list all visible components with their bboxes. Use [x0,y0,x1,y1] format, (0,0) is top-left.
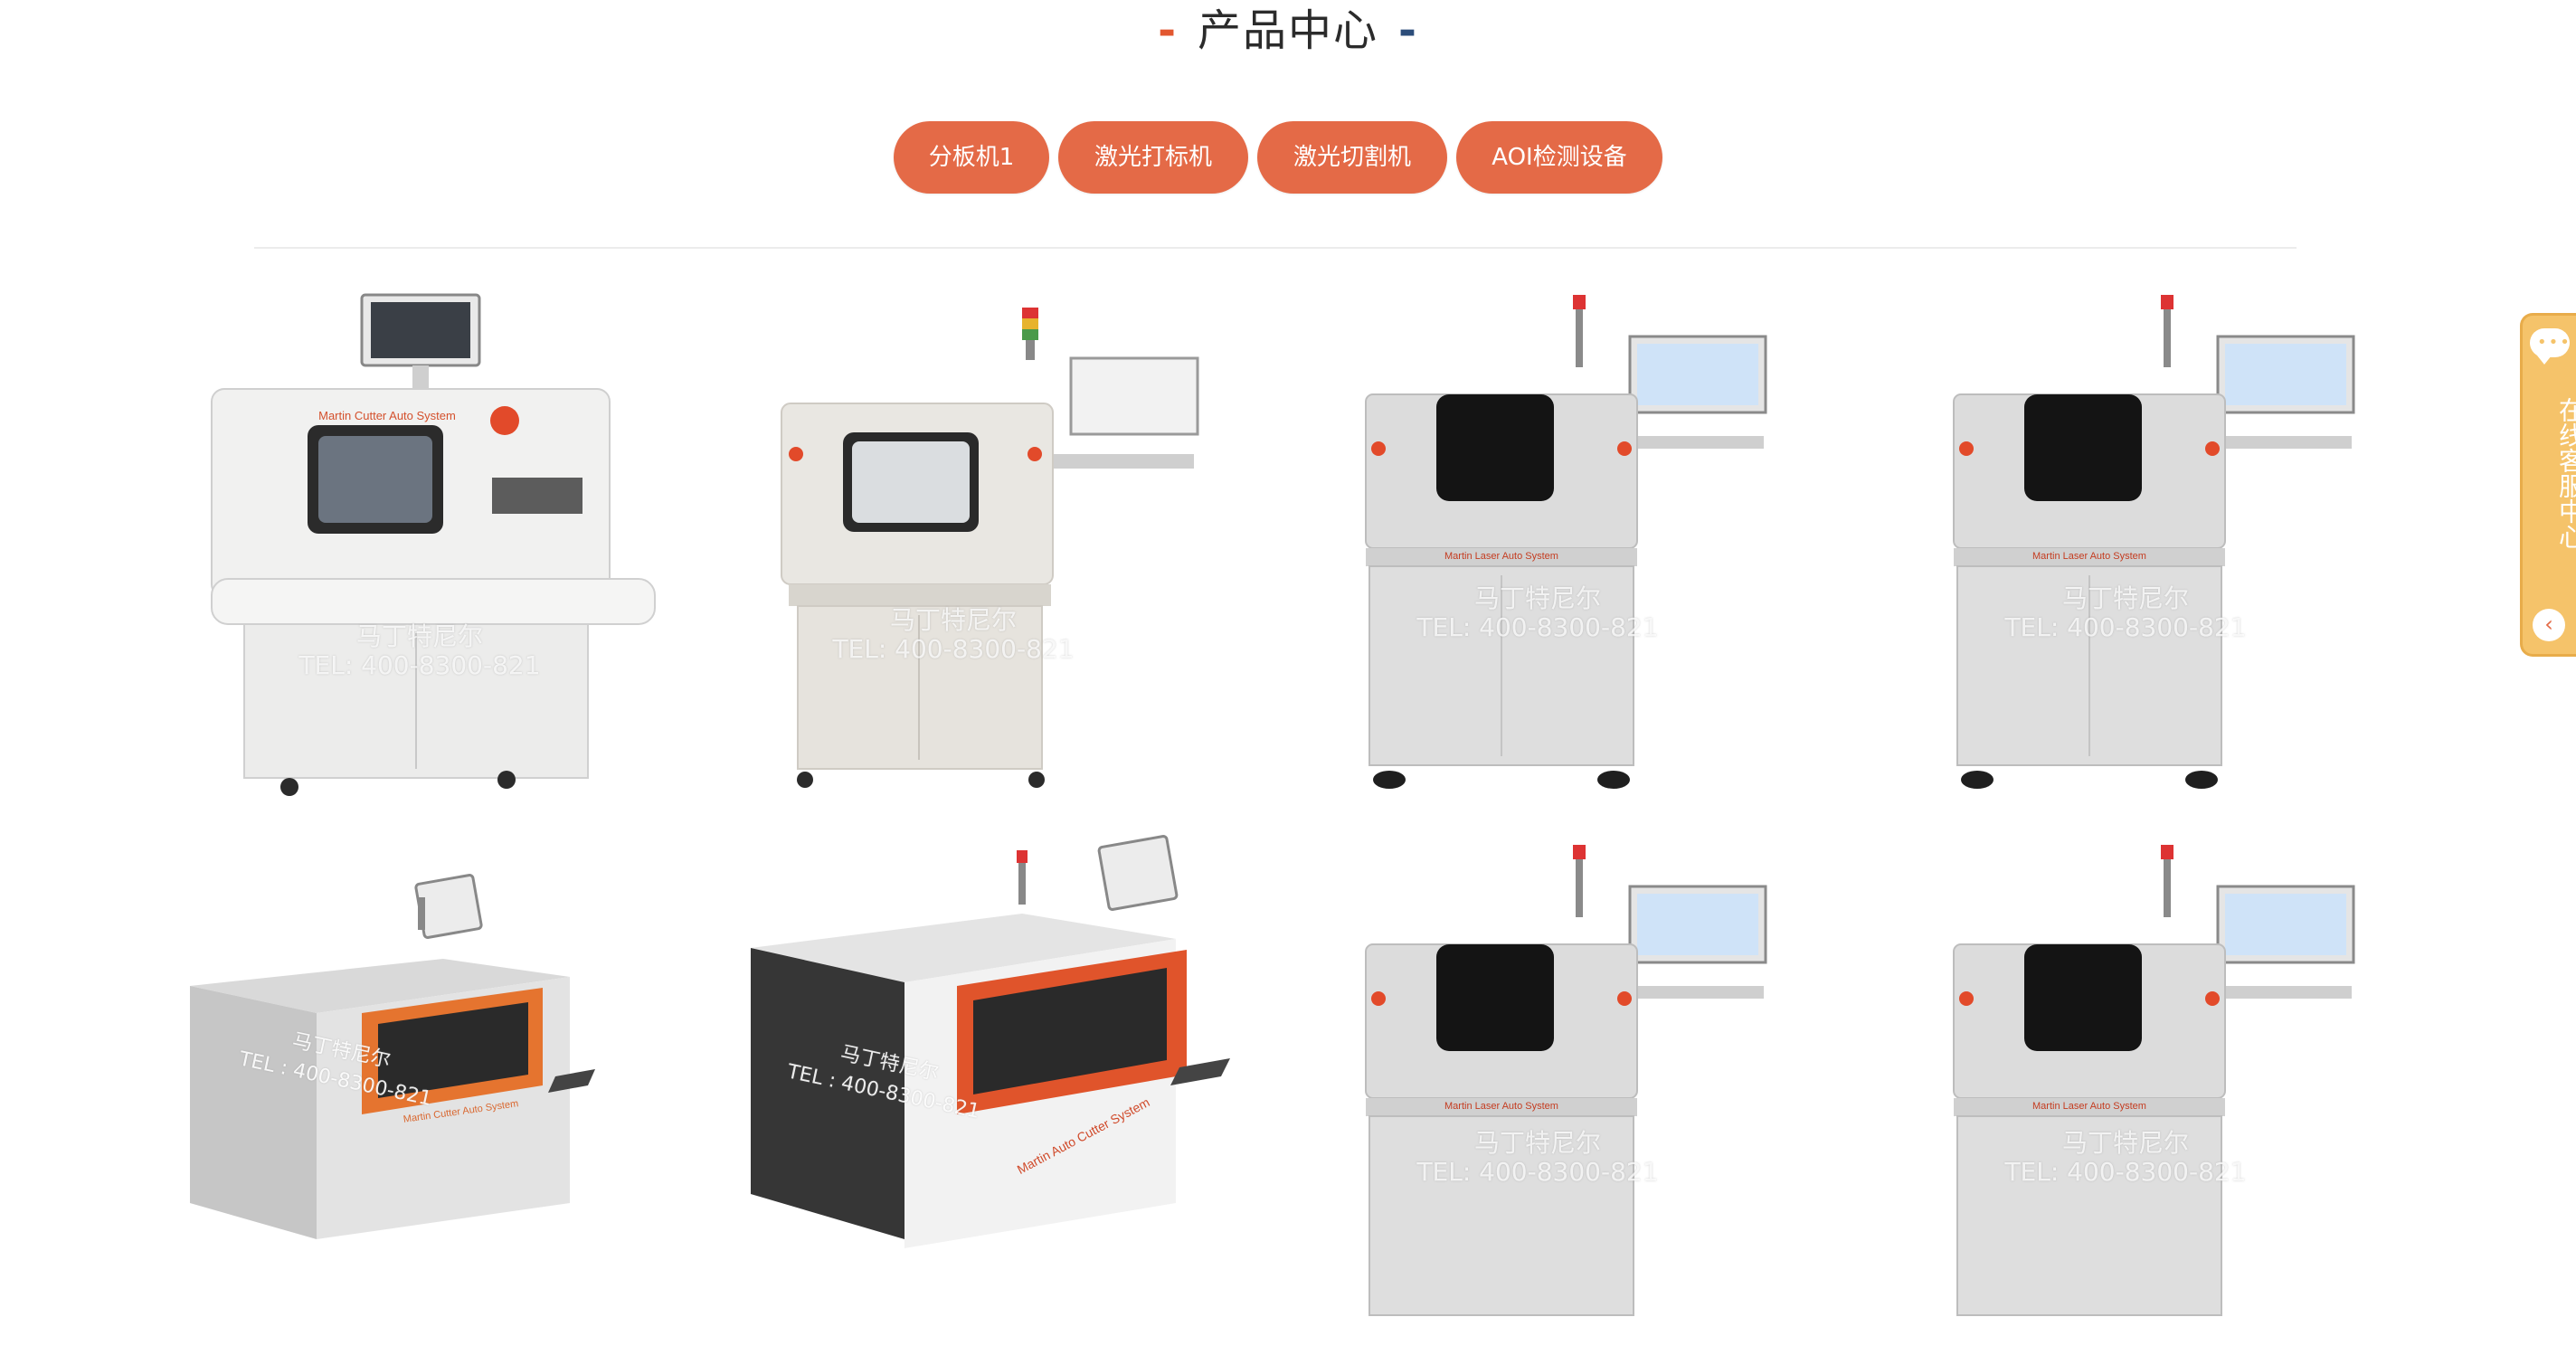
product-card-2[interactable]: 马丁特尼尔 TEL: 400-8300-821 [724,280,1284,805]
watermark-3: 马丁特尼尔 TEL: 400-8300-821 [1416,583,1659,642]
brand-label-4: Martin Laser Auto System [2032,551,2146,562]
product-card-4[interactable]: Martin Laser Auto System 马丁特尼尔 TEL: 400-… [1899,280,2460,805]
product-image-8: Martin Laser Auto System [1953,845,2355,1316]
product-card-6[interactable]: Martin Auto Cutter System 马丁特尼尔 TEL : 40… [724,823,1284,1348]
page-title-text: 产品中心 [1197,5,1378,56]
tab-fenbanji[interactable]: 分板机1 [894,121,1049,194]
watermark-7: 马丁特尼尔 TEL: 400-8300-821 [1416,1128,1659,1187]
brand-label-3: Martin Laser Auto System [1444,551,1558,562]
tab-aoi-inspection[interactable]: AOI检测设备 [1456,121,1662,194]
tab-laser-marking[interactable]: 激光打标机 [1058,121,1248,194]
watermark-8: 马丁特尼尔 TEL: 400-8300-821 [2004,1128,2247,1187]
brand-label-8: Martin Laser Auto System [2032,1101,2146,1112]
category-tabs: 分板机1 激光打标机 激光切割机 AOI检测设备 [894,121,1662,194]
title-right-dash: - [1398,5,1418,56]
chat-dots: ••• [2537,333,2571,352]
online-service-float[interactable]: ••• 在线客服中心 ‹ [2520,313,2576,657]
title-left-dash: - [1158,5,1178,56]
product-card-5[interactable]: Martin Cutter Auto System 马丁特尼尔 TEL : 40… [145,823,706,1348]
brand-label-1: Martin Cutter Auto System [318,409,456,422]
product-card-3[interactable]: Martin Laser Auto System 马丁特尼尔 TEL: 400-… [1312,280,1872,805]
arrow-left-icon[interactable]: ‹ [2533,609,2565,641]
brand-label-7: Martin Laser Auto System [1444,1101,1558,1112]
section-divider [254,247,2297,249]
product-card-8[interactable]: Martin Laser Auto System 马丁特尼尔 TEL: 400-… [1899,830,2460,1355]
page-title: - 产品中心 - [0,5,2576,56]
product-image-7: Martin Laser Auto System [1365,845,1767,1316]
product-card-1[interactable]: Martin Cutter Auto System 马丁特尼尔 TEL: 400… [145,280,706,805]
product-image-2 [781,308,1199,788]
watermark-4: 马丁特尼尔 TEL: 400-8300-821 [2004,583,2247,642]
product-image-4: Martin Laser Auto System [1953,295,2355,789]
product-image-1: Martin Cutter Auto System [211,293,656,796]
product-card-7[interactable]: Martin Laser Auto System 马丁特尼尔 TEL: 400-… [1312,830,1872,1355]
watermark-2: 马丁特尼尔 TEL: 400-8300-821 [832,605,1075,664]
online-service-label: 在线客服中心 [2555,397,2576,549]
product-image-3: Martin Laser Auto System [1365,295,1767,789]
watermark-1: 马丁特尼尔 TEL: 400-8300-821 [298,621,541,680]
tab-laser-cutting[interactable]: 激光切割机 [1257,121,1447,194]
